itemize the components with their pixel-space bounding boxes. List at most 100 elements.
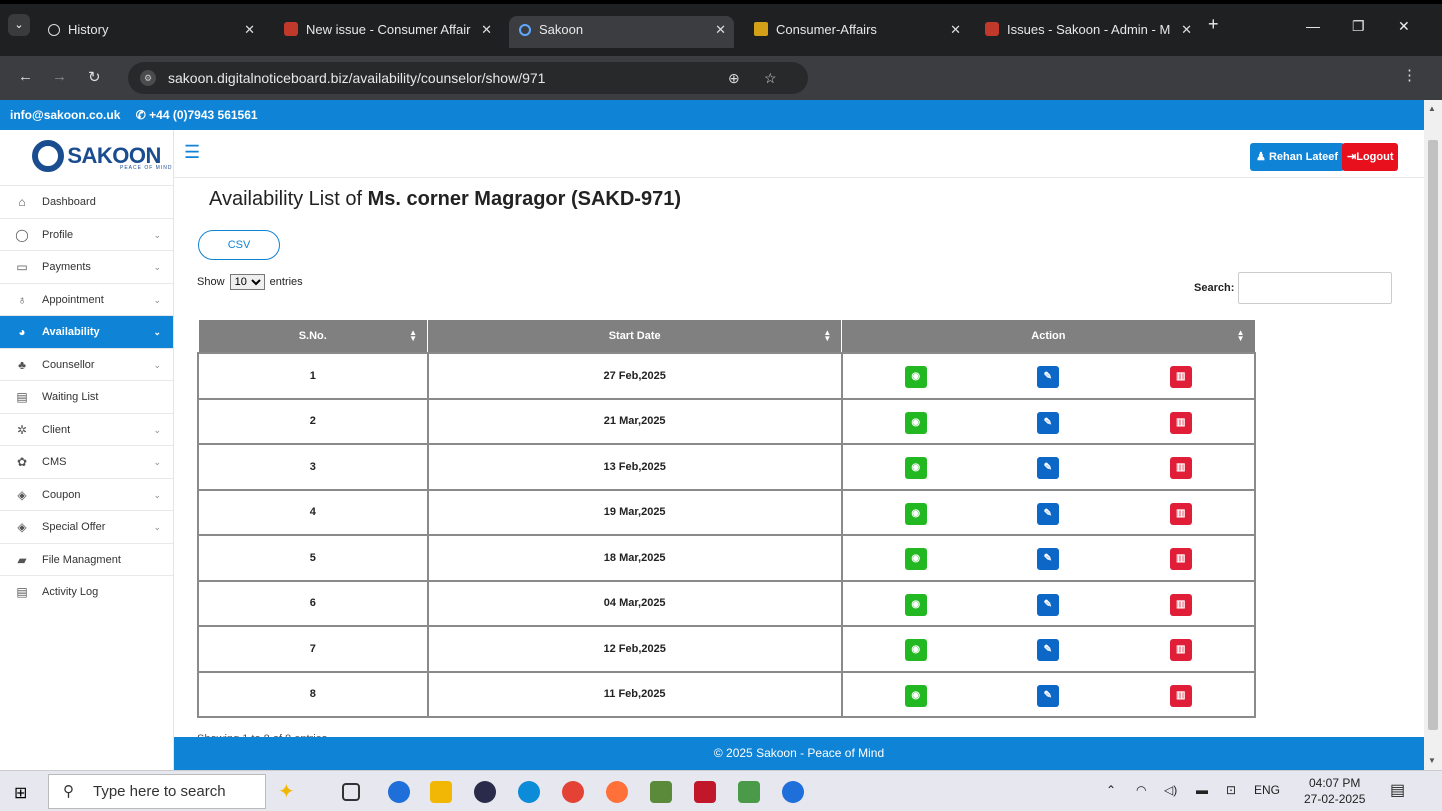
- view-button[interactable]: ◉: [904, 684, 927, 707]
- sidebar-item-cms[interactable]: ✿ CMS ⌄: [0, 445, 173, 478]
- sidebar-item-dashboard[interactable]: ⌂ Dashboard: [0, 185, 173, 218]
- edit-button[interactable]: ✎: [1036, 548, 1059, 570]
- view-button[interactable]: ◉: [904, 639, 927, 661]
- sidebar-item-coupon[interactable]: ◈ Coupon ⌄: [0, 477, 173, 511]
- delete-button[interactable]: ▥: [1169, 366, 1192, 388]
- app-icon[interactable]: [388, 781, 410, 803]
- copilot-sparkle-icon[interactable]: ✦: [278, 779, 295, 804]
- tab-new-issue[interactable]: New issue - Consumer Affair ✕: [274, 16, 500, 44]
- sidebar-item-counsellor[interactable]: ♣ Counsellor ⌄: [0, 347, 173, 381]
- close-icon[interactable]: ✕: [481, 16, 492, 44]
- delete-button[interactable]: ▥: [1169, 502, 1192, 525]
- tab-issues-sakoon[interactable]: Issues - Sakoon - Admin - M ✕: [975, 16, 1200, 44]
- volume-icon[interactable]: ◁): [1164, 783, 1177, 797]
- view-button[interactable]: ◉: [904, 593, 927, 616]
- edit-button[interactable]: ✎: [1036, 366, 1059, 388]
- close-icon[interactable]: ✕: [950, 16, 961, 44]
- sidebar-item-waiting-list[interactable]: ▤ Waiting List: [0, 380, 173, 413]
- restore-button[interactable]: ❐: [1352, 18, 1365, 35]
- browser-menu-icon[interactable]: ⋮: [1402, 66, 1417, 84]
- delete-button[interactable]: ▥: [1169, 457, 1192, 479]
- sidebar-item-appointment[interactable]: ♁ Appointment ⌄: [0, 282, 173, 316]
- site-info-icon[interactable]: ⚙: [140, 70, 156, 86]
- language-indicator[interactable]: ENG: [1254, 783, 1280, 797]
- notifications-icon[interactable]: ▤: [1390, 780, 1405, 800]
- edit-button[interactable]: ✎: [1036, 639, 1059, 661]
- csv-export-button[interactable]: CSV: [198, 230, 280, 260]
- edit-button[interactable]: ✎: [1036, 502, 1059, 525]
- tab-sakoon[interactable]: Sakoon ✕: [509, 16, 734, 48]
- sidebar-item-special-offer[interactable]: ◈ Special Offer ⌄: [0, 510, 173, 543]
- new-tab-button[interactable]: +: [1208, 14, 1219, 35]
- network-icon[interactable]: ◠: [1136, 783, 1146, 797]
- sort-icon[interactable]: ▲ ▼: [1237, 329, 1245, 343]
- reload-button[interactable]: ↻: [88, 68, 101, 86]
- close-icon[interactable]: ✕: [1181, 16, 1192, 44]
- column-header-start-date[interactable]: Start Date ▲ ▼: [427, 320, 843, 354]
- display-icon[interactable]: ⊡: [1226, 783, 1236, 797]
- user-profile-button[interactable]: ♟ Rehan Lateef: [1250, 143, 1345, 171]
- view-button[interactable]: ◉: [904, 502, 927, 525]
- logo[interactable]: SAKOON PEACE OF MIND: [0, 130, 173, 185]
- sidebar-item-profile[interactable]: ◯ Profile ⌄: [0, 217, 173, 251]
- tab-consumer-affairs[interactable]: Consumer-Affairs ✕: [744, 16, 969, 44]
- bookmark-star-icon[interactable]: ☆: [764, 62, 777, 94]
- eclipse-icon[interactable]: [474, 781, 496, 803]
- view-button[interactable]: ◉: [904, 411, 927, 434]
- page-scrollbar[interactable]: ▲ ▼: [1424, 100, 1442, 770]
- sidebar-item-file-managment[interactable]: ▰ File Managment: [0, 542, 173, 576]
- firefox-icon[interactable]: [606, 781, 628, 803]
- column-header-action[interactable]: Action ▲ ▼: [841, 320, 1256, 354]
- scrollbar-thumb[interactable]: [1428, 140, 1438, 730]
- close-window-button[interactable]: ✕: [1398, 18, 1410, 35]
- delete-button[interactable]: ▥: [1169, 639, 1192, 661]
- column-header-sno[interactable]: S.No. ▲ ▼: [197, 320, 429, 354]
- delete-button[interactable]: ▥: [1169, 548, 1192, 570]
- page-length-select[interactable]: 10: [229, 274, 265, 290]
- menu-toggle-icon[interactable]: ☰: [184, 142, 200, 163]
- scroll-up-arrow[interactable]: ▲: [1428, 104, 1436, 113]
- sidebar-item-payments[interactable]: ▭ Payments ⌄: [0, 250, 173, 283]
- scroll-down-arrow[interactable]: ▼: [1428, 756, 1436, 765]
- view-button[interactable]: ◉: [904, 457, 927, 479]
- back-button[interactable]: ←: [18, 68, 33, 85]
- contact-email[interactable]: info@sakoon.co.uk: [10, 108, 120, 122]
- contact-phone[interactable]: +44 (0)7943 561561: [149, 108, 257, 122]
- mcafee-icon[interactable]: [694, 781, 716, 803]
- tab-search-button[interactable]: ⌄: [8, 14, 30, 36]
- close-icon[interactable]: ✕: [244, 16, 255, 44]
- search-input[interactable]: [1238, 272, 1392, 304]
- tab-history[interactable]: History ✕: [38, 16, 263, 44]
- task-view-icon[interactable]: [342, 783, 360, 801]
- minimize-button[interactable]: —: [1306, 18, 1320, 34]
- tray-expand-icon[interactable]: ⌃: [1106, 783, 1116, 797]
- delete-button[interactable]: ▥: [1169, 411, 1192, 434]
- forward-button[interactable]: →: [52, 68, 67, 85]
- app-icon[interactable]: [738, 781, 760, 803]
- close-icon[interactable]: ✕: [715, 16, 726, 44]
- edit-button[interactable]: ✎: [1036, 457, 1059, 479]
- view-button[interactable]: ◉: [904, 366, 927, 388]
- taskbar-search[interactable]: ⚲ Type here to search: [48, 774, 266, 809]
- file-explorer-icon[interactable]: [430, 781, 452, 803]
- delete-button[interactable]: ▥: [1169, 684, 1192, 707]
- delete-button[interactable]: ▥: [1169, 593, 1192, 616]
- battery-icon[interactable]: ▬: [1196, 783, 1208, 797]
- address-bar[interactable]: ⚙ sakoon.digitalnoticeboard.biz/availabi…: [128, 62, 808, 94]
- edit-button[interactable]: ✎: [1036, 411, 1059, 434]
- sort-icon[interactable]: ▲ ▼: [823, 329, 831, 343]
- edit-button[interactable]: ✎: [1036, 593, 1059, 616]
- system-clock[interactable]: 04:07 PM 27-02-2025: [1304, 775, 1365, 807]
- view-button[interactable]: ◉: [904, 548, 927, 570]
- zoom-icon[interactable]: ⊕: [728, 62, 740, 94]
- app-icon[interactable]: [782, 781, 804, 803]
- logout-button[interactable]: ⇥Logout: [1342, 143, 1399, 171]
- edge-icon[interactable]: [518, 781, 540, 803]
- app-icon[interactable]: [650, 781, 672, 803]
- sidebar-item-availability[interactable]: ◕ Availability ⌄: [0, 315, 173, 348]
- edit-button[interactable]: ✎: [1036, 684, 1059, 707]
- sidebar-item-client[interactable]: ✲ Client ⌄: [0, 412, 173, 446]
- sort-icon[interactable]: ▲ ▼: [409, 329, 417, 343]
- sidebar-item-activity-log[interactable]: ▤ Activity Log: [0, 575, 173, 608]
- chrome-icon[interactable]: [562, 781, 584, 803]
